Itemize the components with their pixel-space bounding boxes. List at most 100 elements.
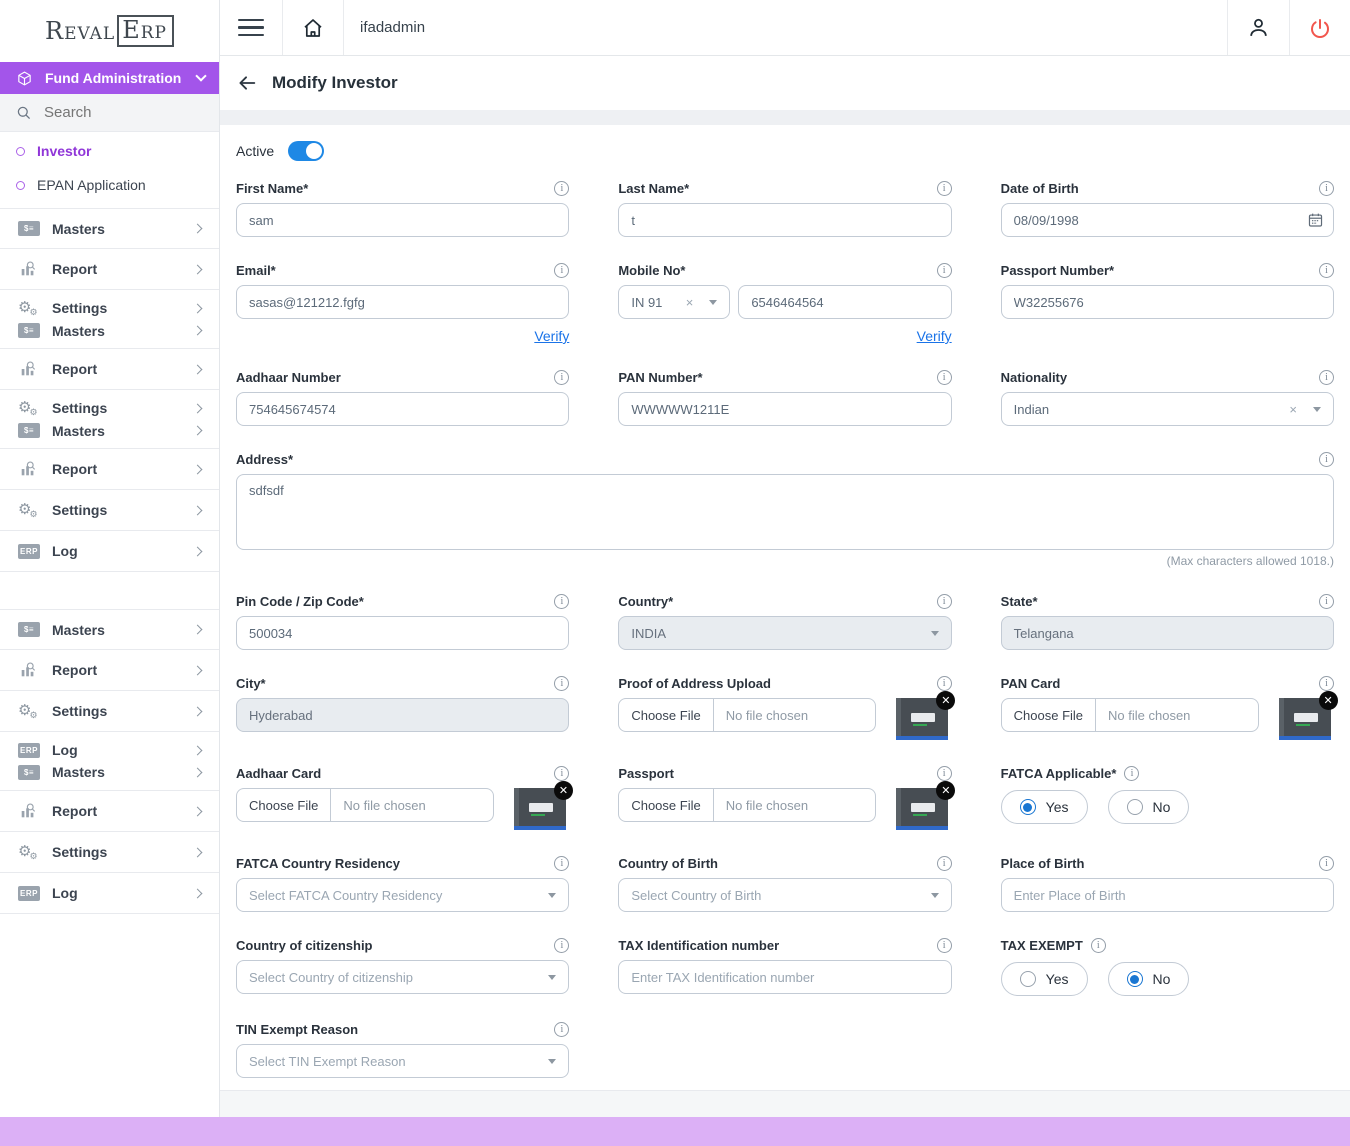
tax-exempt-yes-radio[interactable]: Yes [1001,962,1088,996]
info-icon[interactable]: i [1319,676,1334,691]
sidebar-item-report[interactable]: Report [18,360,205,378]
sidebar-item-masters[interactable]: $≡ Masters [18,423,205,439]
sidebar-item-settings[interactable]: ⚙⚙ Settings [18,300,205,317]
passport-file-input[interactable]: Choose File No file chosen [618,788,876,822]
sidebar-item-masters[interactable]: $≡ Masters [18,622,205,638]
info-icon[interactable]: i [937,676,952,691]
fatca-yes-radio[interactable]: Yes [1001,790,1088,824]
info-icon[interactable]: i [554,676,569,691]
info-icon[interactable]: i [1319,263,1334,278]
passport-number-input[interactable] [1001,285,1334,319]
info-icon[interactable]: i [554,370,569,385]
sidebar-item-settings[interactable]: ⚙⚙ Settings [18,502,205,519]
proof-of-address-file-input[interactable]: Choose File No file chosen [618,698,876,732]
first-name-input[interactable] [236,203,569,237]
sidebar-item-settings[interactable]: ⚙⚙ Settings [18,400,205,417]
remove-file-icon[interactable]: ✕ [554,781,573,800]
sidebar-item-log[interactable]: ERP Log [18,742,205,758]
active-toggle[interactable] [288,141,324,161]
calendar-icon[interactable] [1307,212,1324,229]
info-icon[interactable]: i [554,181,569,196]
pan-number-input[interactable] [618,392,951,426]
sidebar-item-log[interactable]: ERP Log [18,543,205,559]
date-of-birth-input[interactable] [1001,203,1334,237]
home-button[interactable] [283,0,344,55]
choose-file-button[interactable]: Choose File [1002,699,1096,731]
sidebar-item-report[interactable]: Report [18,260,205,278]
clear-icon[interactable]: × [1289,402,1297,417]
pan-card-thumbnail[interactable]: ✕ [1279,698,1331,740]
aadhaar-card-file-input[interactable]: Choose File No file chosen [236,788,494,822]
sidebar-item-masters[interactable]: $≡ Masters [18,221,205,237]
hamburger-menu-button[interactable] [220,0,283,55]
sidebar-item-masters[interactable]: $≡ Masters [18,764,205,780]
info-icon[interactable]: i [937,263,952,278]
sidebar-item-report[interactable]: Report [18,802,205,820]
email-verify-link[interactable]: Verify [534,328,569,344]
logout-button[interactable] [1289,0,1350,55]
pin-code-input[interactable] [236,616,569,650]
sidebar-item-investor[interactable]: Investor [0,136,219,166]
info-icon[interactable]: i [937,594,952,609]
pan-card-file-input[interactable]: Choose File No file chosen [1001,698,1259,732]
search-input[interactable] [44,104,184,121]
info-icon[interactable]: i [937,938,952,953]
country-field-block: Country* i INDIA [618,594,951,650]
address-textarea[interactable]: sdfsdf [236,474,1334,550]
info-icon[interactable]: i [937,856,952,871]
tax-exempt-no-radio[interactable]: No [1108,962,1190,996]
info-icon[interactable]: i [554,594,569,609]
choose-file-button[interactable]: Choose File [619,789,713,821]
sidebar-item-masters[interactable]: $≡ Masters [18,323,205,339]
sidebar-item-settings[interactable]: ⚙⚙ Settings [18,844,205,861]
info-icon[interactable]: i [554,263,569,278]
proof-of-address-thumbnail[interactable]: ✕ [896,698,948,740]
fatca-country-select[interactable]: Select FATCA Country Residency [236,878,569,912]
fatca-no-radio[interactable]: No [1108,790,1190,824]
info-icon[interactable]: i [1319,856,1334,871]
choose-file-button[interactable]: Choose File [619,699,713,731]
sidebar-item-report[interactable]: Report [18,460,205,478]
info-icon[interactable]: i [1124,766,1139,781]
sidebar-search[interactable] [0,94,219,132]
info-icon[interactable]: i [554,766,569,781]
aadhaar-number-input[interactable] [236,392,569,426]
country-of-birth-select[interactable]: Select Country of Birth [618,878,951,912]
email-input[interactable] [236,285,569,319]
info-icon[interactable]: i [1319,370,1334,385]
info-icon[interactable]: i [937,181,952,196]
info-icon[interactable]: i [554,1022,569,1037]
menu-row: ⚙⚙ Settings [0,832,219,873]
aadhaar-card-thumbnail[interactable]: ✕ [514,788,566,830]
module-selector[interactable]: Fund Administration [0,62,219,94]
place-of-birth-input[interactable] [1001,878,1334,912]
mobile-number-input[interactable] [738,285,951,319]
remove-file-icon[interactable]: ✕ [1319,691,1338,710]
info-icon[interactable]: i [1319,452,1334,467]
tax-id-input[interactable] [618,960,951,994]
mobile-verify-link[interactable]: Verify [917,328,952,344]
info-icon[interactable]: i [937,370,952,385]
clear-icon[interactable]: × [686,295,694,310]
tin-exempt-select[interactable]: Select TIN Exempt Reason [236,1044,569,1078]
profile-button[interactable] [1227,0,1289,55]
remove-file-icon[interactable]: ✕ [936,691,955,710]
info-icon[interactable]: i [937,766,952,781]
info-icon[interactable]: i [1319,594,1334,609]
last-name-input[interactable] [618,203,951,237]
choose-file-button[interactable]: Choose File [237,789,331,821]
info-icon[interactable]: i [1319,181,1334,196]
sidebar-item-settings[interactable]: ⚙⚙ Settings [18,703,205,720]
info-icon[interactable]: i [554,938,569,953]
citizenship-select[interactable]: Select Country of citizenship [236,960,569,994]
passport-thumbnail[interactable]: ✕ [896,788,948,830]
mobile-country-code-select[interactable]: IN 91 × [618,285,730,319]
sidebar-item-epan-application[interactable]: EPAN Application [0,170,219,200]
info-icon[interactable]: i [554,856,569,871]
sidebar-item-report[interactable]: Report [18,661,205,679]
sidebar-item-log[interactable]: ERP Log [18,885,205,901]
nationality-select[interactable]: Indian × [1001,392,1334,426]
back-button[interactable] [236,72,258,94]
info-icon[interactable]: i [1091,938,1106,953]
remove-file-icon[interactable]: ✕ [936,781,955,800]
